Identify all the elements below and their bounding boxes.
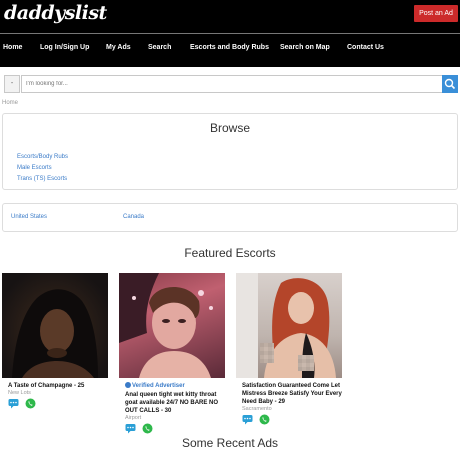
card-location: Sacramento (242, 406, 272, 412)
whatsapp-icon[interactable] (259, 414, 270, 425)
nav-login-signup[interactable]: Log In/Sign Up (40, 44, 89, 51)
nav-escorts-body-rubs[interactable]: Escorts and Body Rubs (190, 44, 269, 51)
nav-search-on-map[interactable]: Search on Map (280, 44, 330, 51)
card-title[interactable]: A Taste of Champagne - 25 (2, 382, 108, 390)
recent-ads-title: Some Recent Ads (181, 436, 279, 450)
nav-search[interactable]: Search (148, 44, 171, 51)
nav-home[interactable]: Home (3, 44, 22, 51)
card-title[interactable]: Anal queen tight wet kitty throat goat a… (119, 391, 225, 415)
browse-title: Browse (209, 121, 250, 135)
search-category-dropdown[interactable]: - (4, 75, 20, 93)
whatsapp-icon[interactable] (25, 398, 36, 409)
escort-photo[interactable] (2, 273, 108, 378)
featured-card[interactable]: Satisfaction Guaranteed Come Let Mistres… (236, 273, 342, 425)
search-button[interactable] (442, 75, 458, 93)
country-united-states[interactable]: United States (11, 214, 47, 220)
verified-label: Verified Advertiser (132, 383, 185, 389)
search-icon (444, 78, 456, 90)
link-trans-escorts[interactable]: Trans (TS) Escorts (17, 176, 67, 182)
featured-card[interactable]: A Taste of Champagne - 25 New Lots (2, 273, 108, 409)
photo-silhouette (236, 273, 336, 378)
link-male-escorts[interactable]: Male Escorts (17, 165, 52, 171)
escort-photo[interactable] (236, 273, 342, 378)
browse-panel: Browse Escorts/Body Rubs Male Escorts Tr… (2, 113, 458, 190)
card-title[interactable]: Satisfaction Guaranteed Come Let Mistres… (236, 382, 342, 406)
search-bar: - (0, 75, 460, 93)
card-location: New Lots (8, 390, 31, 396)
chat-icon[interactable] (125, 423, 136, 434)
nav-contact-us[interactable]: Contact Us (347, 44, 384, 51)
main-nav: Home Log In/Sign Up My Ads Search Escort… (0, 44, 460, 56)
photo-silhouette (119, 273, 213, 378)
post-ad-button[interactable]: Post an Ad (414, 5, 458, 22)
censor-blur (260, 343, 274, 363)
verified-badge: Verified Advertiser (119, 382, 225, 390)
chat-icon[interactable] (242, 414, 253, 425)
nav-my-ads[interactable]: My Ads (106, 44, 131, 51)
chat-icon[interactable] (8, 398, 19, 409)
header-divider (0, 33, 460, 34)
card-location: Airport (125, 415, 142, 421)
escort-photo[interactable] (119, 273, 225, 378)
featured-title: Featured Escorts (184, 246, 276, 260)
top-header: daddyslist Post an Ad Home Log In/Sign U… (0, 0, 460, 67)
featured-card[interactable]: Verified Advertiser Anal queen tight wet… (119, 273, 225, 434)
photo-silhouette (12, 289, 98, 378)
whatsapp-icon[interactable] (142, 423, 153, 434)
breadcrumb[interactable]: Home (2, 100, 18, 106)
verified-icon (125, 382, 131, 389)
site-logo[interactable]: daddyslist (4, 2, 107, 24)
search-input[interactable] (21, 75, 443, 93)
censor-blur (298, 355, 314, 371)
link-escorts-body-rubs[interactable]: Escorts/Body Rubs (17, 154, 68, 160)
country-panel: United States Canada (2, 203, 458, 232)
country-canada[interactable]: Canada (123, 214, 144, 220)
